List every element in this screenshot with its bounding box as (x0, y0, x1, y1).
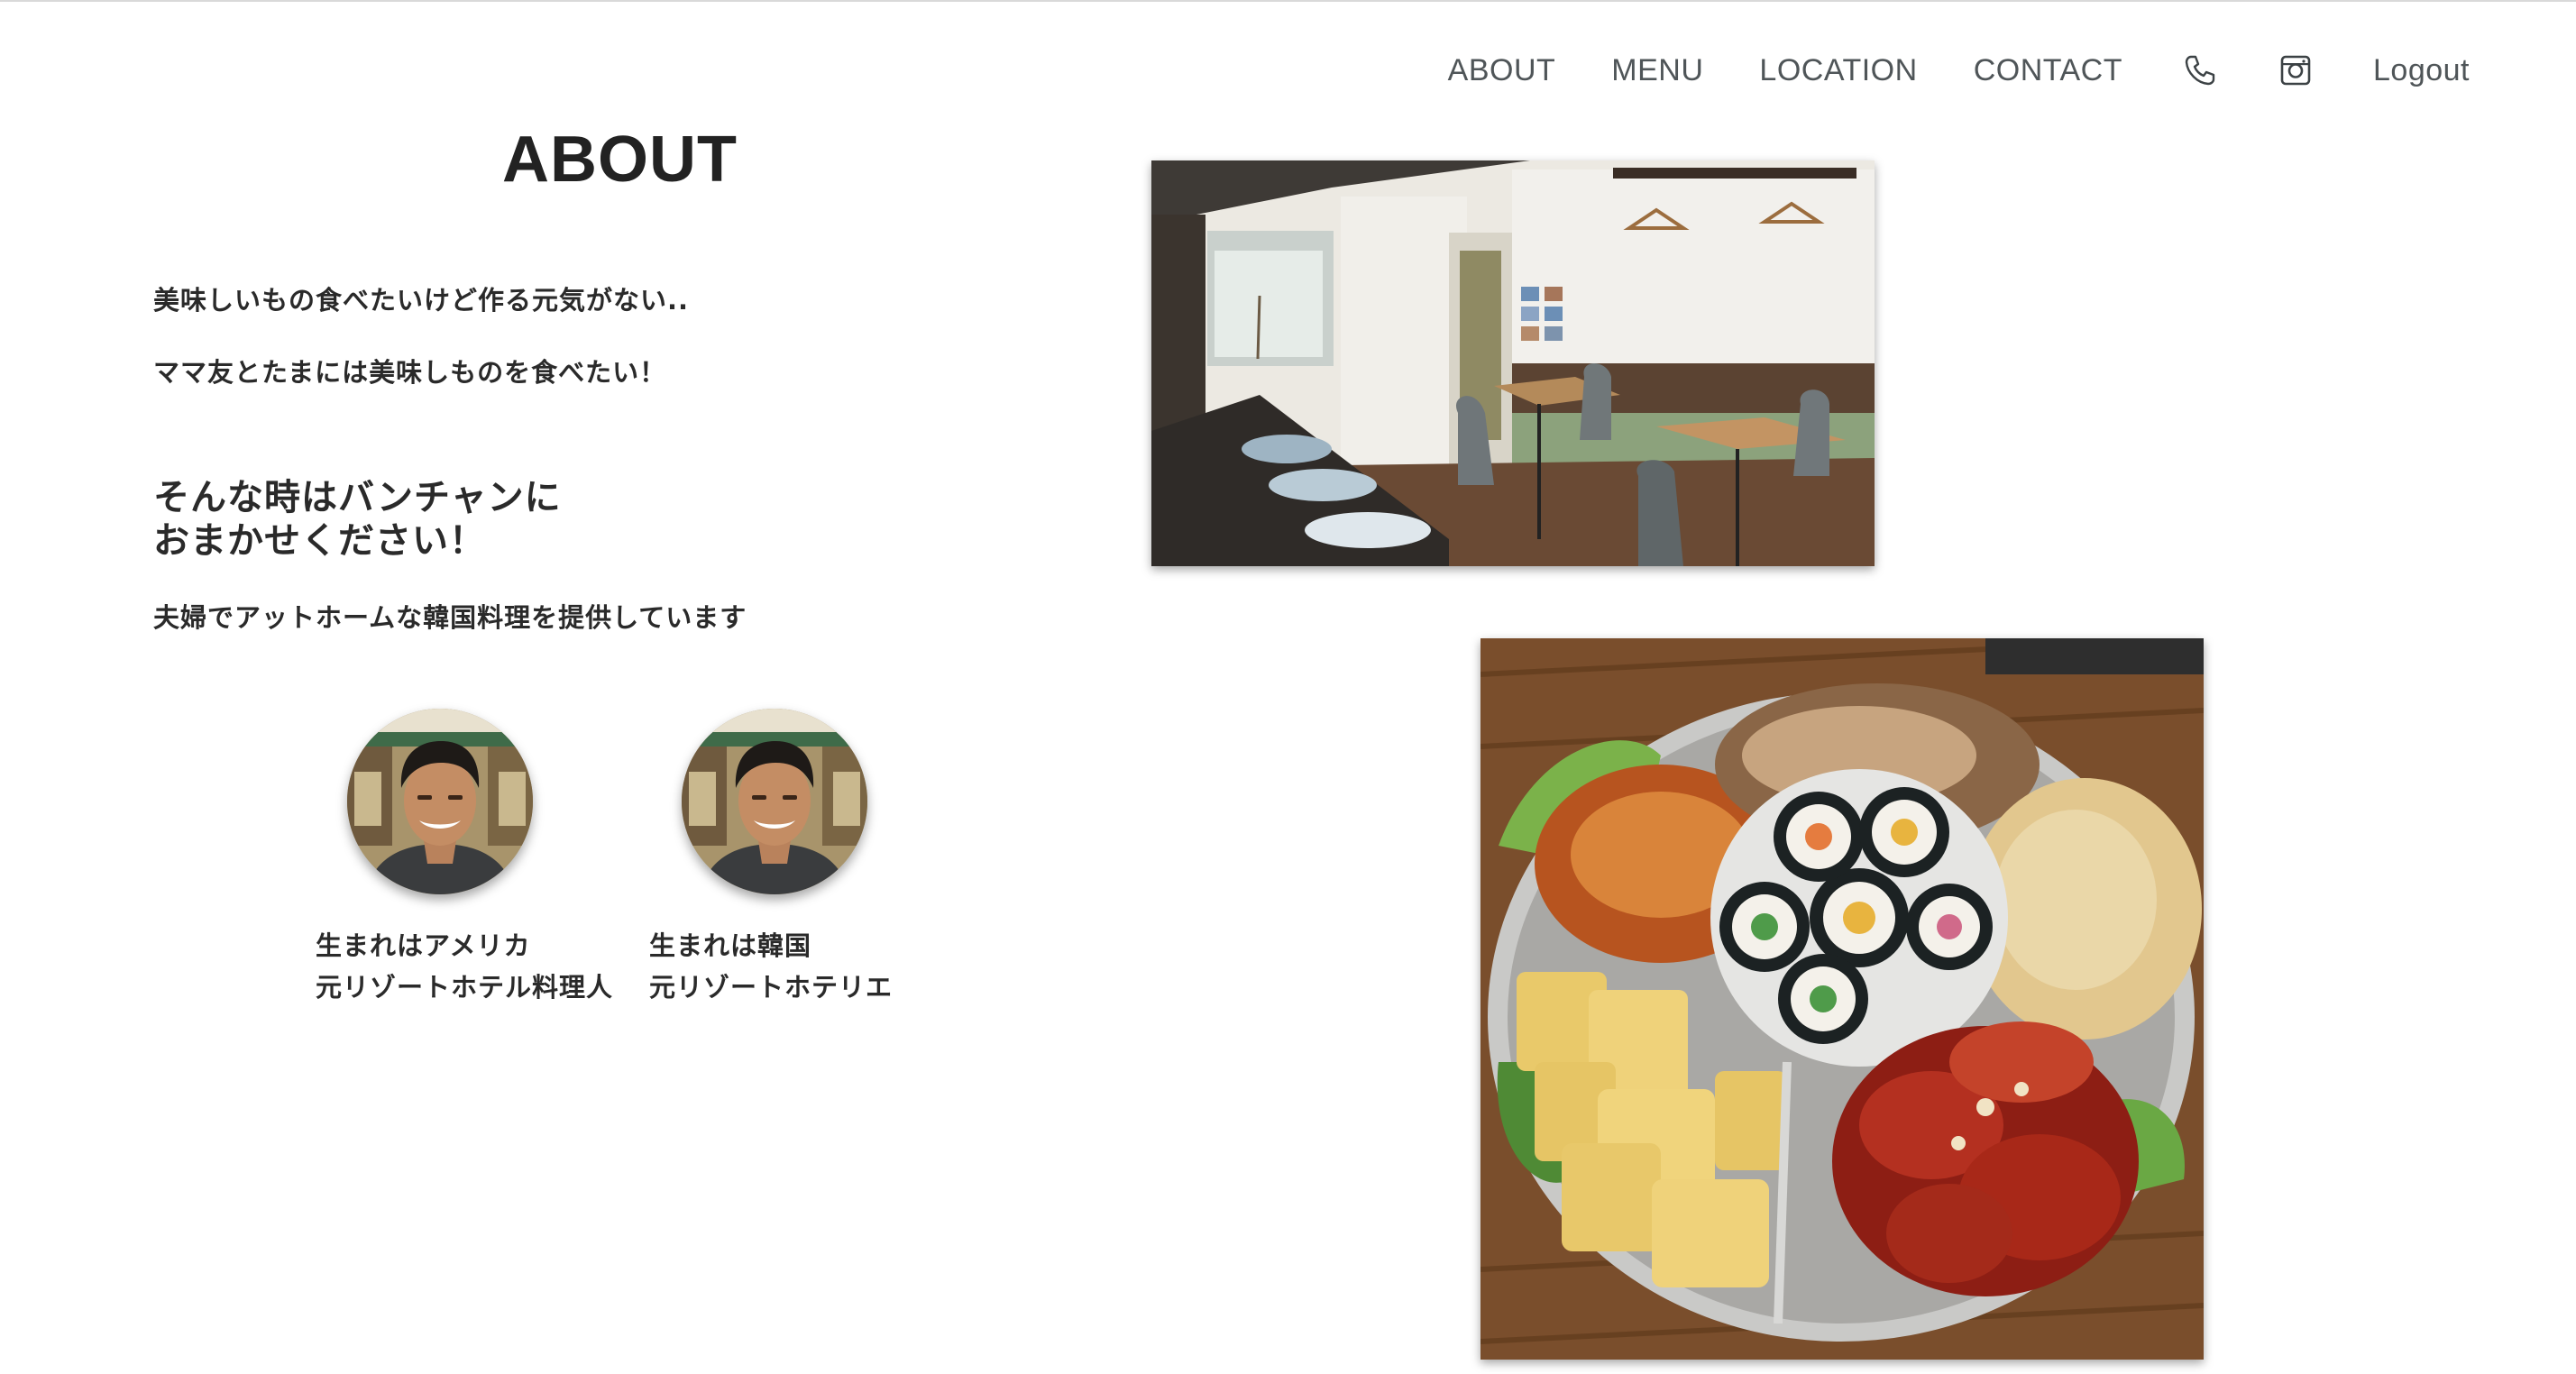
headline: そんな時はバンチャンに おまかせください！ (153, 476, 562, 563)
staff-origin: 生まれはアメリカ (316, 930, 531, 961)
top-divider (0, 0, 2576, 2)
staff-role: 元リゾートホテリエ (649, 972, 894, 1003)
staff-caption-hotelier: 生まれは韓国 元リゾートホテリエ (649, 925, 893, 1008)
restaurant-interior-photo (1151, 160, 1875, 566)
intro-line-3: 夫婦でアットホームな韓国料理を提供しています (153, 602, 747, 633)
intro-line-1: 美味しいもの食べたいけど作る元気がない.. (153, 285, 690, 316)
nav-about[interactable]: ABOUT (1448, 53, 1556, 88)
food-platter-photo (1481, 638, 2204, 1360)
headline-line-2: おまかせください！ (153, 520, 486, 562)
page-title: ABOUT (502, 124, 738, 196)
nav-location[interactable]: LOCATION (1759, 53, 1917, 88)
staff-caption-chef: 生まれはアメリカ 元リゾートホテル料理人 (316, 925, 613, 1008)
nav-menu[interactable]: MENU (1611, 53, 1703, 88)
staff-role: 元リゾートホテル料理人 (316, 972, 614, 1003)
avatar-chef (347, 709, 533, 894)
phone-icon[interactable] (2182, 52, 2218, 88)
instagram-icon[interactable] (2278, 52, 2314, 88)
nav-contact[interactable]: CONTACT (1974, 53, 2122, 88)
headline-line-1: そんな時はバンチャンに (153, 477, 562, 518)
avatar-hotelier (682, 709, 867, 894)
main-nav: ABOUT MENU LOCATION CONTACT Logout (1448, 52, 2470, 88)
staff-origin: 生まれは韓国 (649, 930, 812, 961)
logout-link[interactable]: Logout (2373, 53, 2470, 88)
intro-line-2: ママ友とたまには美味しものを食べたい！ (153, 357, 667, 388)
